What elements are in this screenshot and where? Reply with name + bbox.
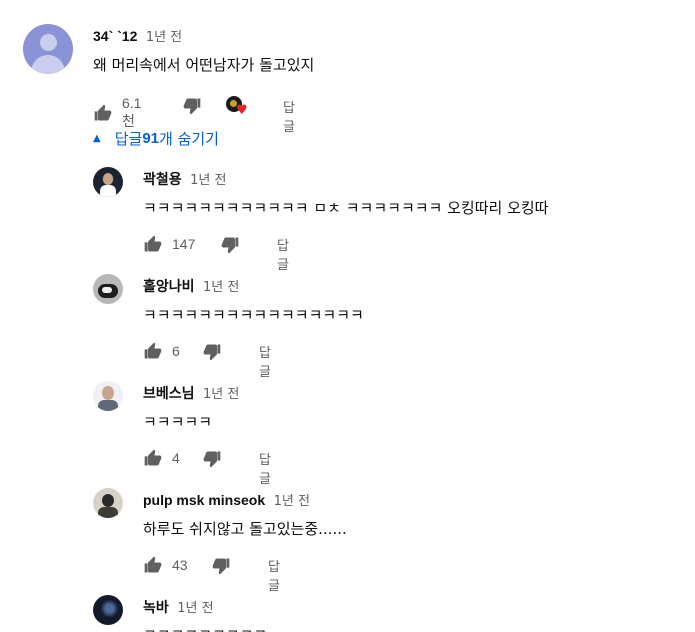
avatar[interactable]	[93, 381, 123, 411]
dislike-button[interactable]	[202, 449, 222, 469]
avatar[interactable]	[93, 595, 123, 625]
reply-button[interactable]: 답글	[268, 556, 280, 594]
like-button[interactable]: 147	[143, 234, 195, 254]
author-name[interactable]: 곽철용	[143, 171, 182, 187]
thumbs-up-icon	[143, 448, 163, 468]
thumbs-up-icon	[143, 555, 163, 575]
dislike-button[interactable]	[202, 342, 222, 362]
hide-replies-toggle[interactable]: ▲ 답글 91 개 숨기기	[93, 128, 219, 149]
comment-text: ㅋㅋㅋㅋㅋㅋㅋㅋㅋㅋㅋㅋ ㅁㅊ ㅋㅋㅋㅋㅋㅋㅋ 오킹따리 오킹따	[143, 199, 549, 217]
thumbs-down-icon	[182, 96, 202, 116]
author-name[interactable]: pulp msk minseok	[143, 492, 265, 508]
reply-button[interactable]: 답글	[259, 342, 271, 380]
comment-text: 하루도 쉬지않고 돌고있는중......	[143, 520, 347, 538]
dislike-button[interactable]	[220, 235, 240, 255]
replies-toggle-suffix: 개 숨기기	[159, 130, 219, 148]
author-name[interactable]: 녹바	[143, 599, 169, 615]
dislike-button[interactable]	[182, 96, 202, 116]
like-count: 6	[172, 343, 180, 359]
timestamp[interactable]: 1년 전	[274, 494, 310, 509]
avatar[interactable]	[93, 167, 123, 197]
like-button[interactable]: 6.1천	[93, 95, 141, 131]
like-count: 6.1천	[122, 95, 142, 129]
thumbs-down-icon	[202, 449, 222, 469]
like-count: 4	[172, 450, 180, 466]
comment-text: 왜 머리속에서 어떤남자가 돌고있지	[93, 56, 315, 74]
comment-header: 홀앙나비 1년 전	[143, 276, 239, 296]
like-count: 147	[172, 236, 196, 252]
comment-header: 34` `12 1년 전	[93, 26, 182, 45]
comment-text: ㅋㅋㅋㅋㅋㅋㅋㅋㅋ	[143, 624, 267, 632]
like-count: 43	[172, 557, 188, 573]
reply-button[interactable]: 답글	[259, 449, 271, 487]
author-name[interactable]: 홀앙나비	[143, 278, 195, 294]
thumbs-down-icon	[202, 342, 222, 362]
avatar[interactable]	[93, 488, 123, 518]
comment-header: 곽철용 1년 전	[143, 169, 226, 189]
like-button[interactable]: 43	[143, 555, 188, 575]
avatar[interactable]	[23, 24, 73, 74]
author-name[interactable]: 브베스님	[143, 385, 195, 401]
like-button[interactable]: 4	[143, 448, 180, 468]
replies-toggle-prefix: 답글	[114, 130, 143, 148]
comment-text: ㅋㅋㅋㅋㅋ	[143, 413, 213, 431]
reply-button[interactable]: 답글	[283, 97, 295, 135]
thumbs-down-icon	[211, 556, 231, 576]
comment-header: 녹바 1년 전	[143, 597, 214, 617]
author-name[interactable]: 34` `12	[93, 28, 137, 44]
thumbs-up-icon	[143, 341, 163, 361]
timestamp[interactable]: 1년 전	[203, 280, 239, 295]
replies-count: 91	[142, 130, 159, 147]
like-button[interactable]: 6	[143, 341, 180, 361]
reply-button[interactable]: 답글	[277, 235, 289, 273]
creator-heart-icon: ♥	[226, 96, 250, 118]
comment-header: pulp msk minseok 1년 전	[143, 490, 310, 509]
avatar[interactable]	[93, 274, 123, 304]
timestamp[interactable]: 1년 전	[190, 173, 226, 188]
comment-text: ㅋㅋㅋㅋㅋㅋㅋㅋㅋㅋㅋㅋㅋㅋㅋㅋ	[143, 306, 364, 324]
timestamp[interactable]: 1년 전	[177, 601, 213, 616]
caret-up-icon: ▲	[93, 133, 101, 144]
timestamp[interactable]: 1년 전	[203, 387, 239, 402]
comment-header: 브베스님 1년 전	[143, 383, 239, 403]
thumbs-down-icon	[220, 235, 240, 255]
thumbs-up-icon	[143, 234, 163, 254]
timestamp[interactable]: 1년 전	[146, 30, 182, 45]
thumbs-up-icon	[93, 103, 113, 123]
dislike-button[interactable]	[211, 556, 231, 576]
